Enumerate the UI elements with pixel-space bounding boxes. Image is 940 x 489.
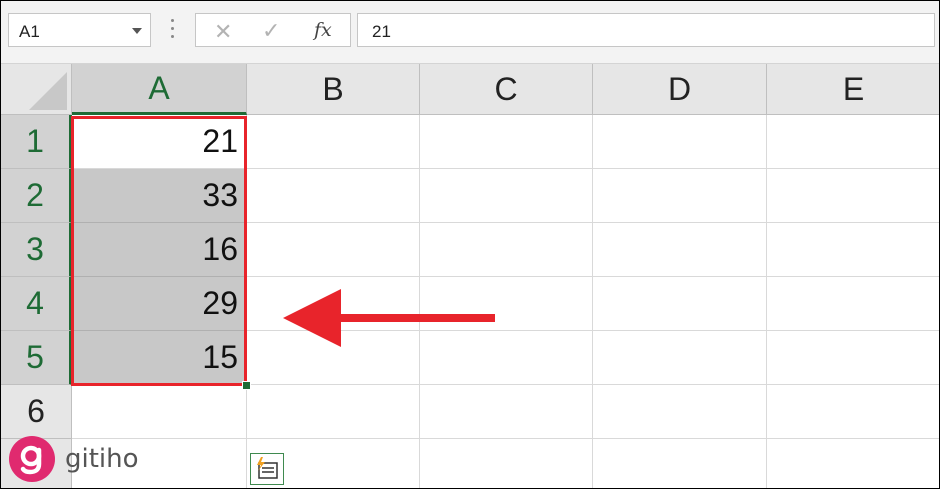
cell-d1[interactable] <box>593 115 767 169</box>
column-header-b[interactable]: B <box>247 64 420 115</box>
cell-a3[interactable]: 16 <box>72 223 247 277</box>
row-header-4[interactable]: 4 <box>1 277 72 331</box>
cell-c7[interactable] <box>420 439 593 488</box>
cell-e1[interactable] <box>767 115 939 169</box>
left-arrow-icon <box>283 289 495 347</box>
row-header-6[interactable]: 6 <box>1 385 72 439</box>
column-header-a[interactable]: A <box>72 64 247 115</box>
cell-d6[interactable] <box>593 385 767 439</box>
cell-c6[interactable] <box>420 385 593 439</box>
column-header-e[interactable]: E <box>767 64 939 115</box>
cell-e3[interactable] <box>767 223 939 277</box>
cell-d7[interactable] <box>593 439 767 488</box>
cell-d5[interactable] <box>593 331 767 385</box>
insert-function-icon[interactable]: fx <box>314 19 332 41</box>
cell-a1[interactable]: 21 <box>72 115 247 169</box>
row-header-2[interactable]: 2 <box>1 169 72 223</box>
cell-a2[interactable]: 33 <box>72 169 247 223</box>
drag-handle-icon[interactable] <box>171 19 175 39</box>
cancel-icon[interactable]: ✕ <box>214 19 232 45</box>
gitiho-g-icon <box>9 436 55 482</box>
formula-value: 21 <box>372 22 391 41</box>
select-all-button[interactable] <box>1 64 72 115</box>
row-header-3[interactable]: 3 <box>1 223 72 277</box>
formula-buttons: ✕ ✓ fx <box>195 13 351 47</box>
chevron-down-icon[interactable] <box>132 28 142 34</box>
cell-e6[interactable] <box>767 385 939 439</box>
excel-window: A1 ✕ ✓ fx 21 A B C D E 1 2 3 4 5 6 21 33… <box>0 0 940 489</box>
cell-c1[interactable] <box>420 115 593 169</box>
cell-e2[interactable] <box>767 169 939 223</box>
cell-b6[interactable] <box>247 385 420 439</box>
cell-d2[interactable] <box>593 169 767 223</box>
cell-a4[interactable]: 29 <box>72 277 247 331</box>
cell-e5[interactable] <box>767 331 939 385</box>
cell-b2[interactable] <box>247 169 420 223</box>
fill-handle[interactable] <box>242 381 251 390</box>
cell-e4[interactable] <box>767 277 939 331</box>
row-header-1[interactable]: 1 <box>1 115 72 169</box>
gitiho-logo: gitiho <box>9 436 139 482</box>
cell-c2[interactable] <box>420 169 593 223</box>
cell-d3[interactable] <box>593 223 767 277</box>
enter-check-icon[interactable]: ✓ <box>262 18 280 44</box>
select-all-triangle-icon <box>29 72 67 110</box>
formula-bar: A1 ✕ ✓ fx 21 <box>1 1 939 64</box>
row-header-5[interactable]: 5 <box>1 331 72 385</box>
name-box[interactable]: A1 <box>8 13 151 47</box>
cell-d4[interactable] <box>593 277 767 331</box>
name-box-value: A1 <box>19 22 40 41</box>
cell-b3[interactable] <box>247 223 420 277</box>
cell-c3[interactable] <box>420 223 593 277</box>
quick-analysis-icon[interactable] <box>250 453 284 485</box>
gitiho-wordmark: gitiho <box>65 444 139 474</box>
cell-b1[interactable] <box>247 115 420 169</box>
cell-a6[interactable] <box>72 385 247 439</box>
cell-e7[interactable] <box>767 439 939 488</box>
formula-input[interactable]: 21 <box>357 13 935 47</box>
cell-a5[interactable]: 15 <box>72 331 247 385</box>
column-header-d[interactable]: D <box>593 64 767 115</box>
column-header-c[interactable]: C <box>420 64 593 115</box>
